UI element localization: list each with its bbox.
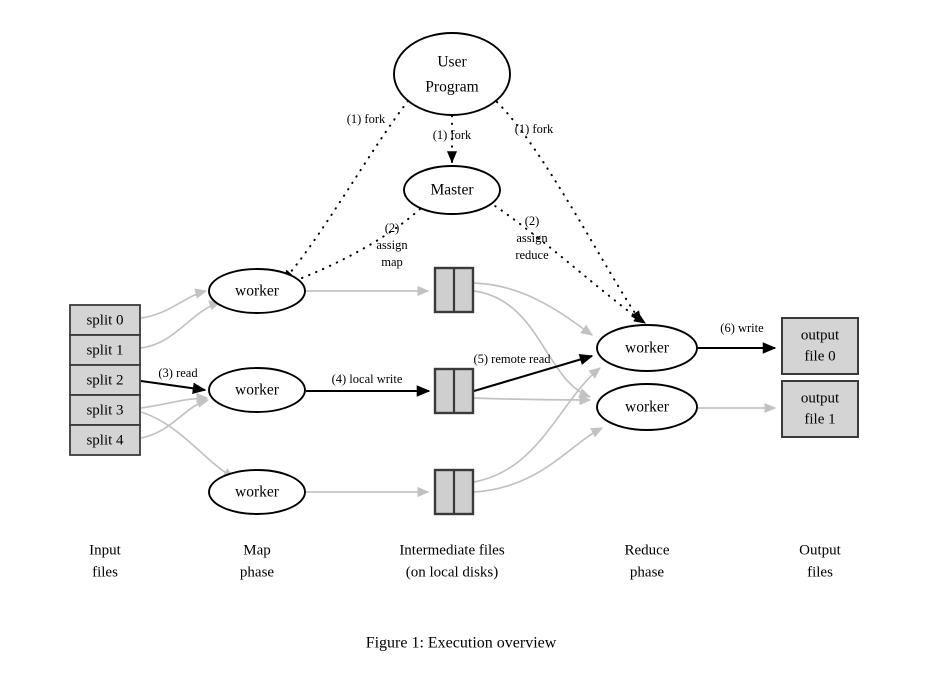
step-label-assign-map-line2: assign: [376, 238, 408, 252]
user-program-node[interactable]: User Program: [393, 32, 511, 116]
output-file-0-label-line1: output: [801, 327, 840, 343]
edge-split0-to-worker0: [140, 288, 208, 319]
column-label-input-line1: Input: [89, 542, 121, 558]
step-label-read: (3) read: [158, 366, 198, 380]
split-label-0: split 0: [86, 312, 123, 328]
edge-split1-to-worker0: [140, 300, 222, 349]
output-file-1-label-line1: output: [801, 390, 840, 406]
step-label-assign-map-line1: (2): [385, 221, 400, 235]
intermediate-file-2[interactable]: [433, 468, 475, 516]
map-worker-1[interactable]: worker: [208, 367, 306, 413]
map-worker-2[interactable]: worker: [208, 469, 306, 515]
master-label: Master: [430, 182, 474, 199]
column-label-reduce-line1: Reduce: [625, 542, 670, 558]
reduce-worker-1-label: worker: [625, 399, 670, 416]
edges-map-to-intermediate: [306, 285, 431, 498]
column-label-reduce-line2: phase: [630, 564, 664, 580]
step-label-write: (6) write: [720, 321, 764, 335]
step-label-assign-reduce-line1: (2): [525, 214, 540, 228]
step-label-assign-map-line3: map: [381, 255, 403, 269]
edge-inter0-to-reduce1: [473, 290, 592, 399]
edges-reduce-to-output: [698, 342, 777, 414]
edge-split3-to-worker2: [140, 411, 236, 479]
column-label-intermediate-line2: (on local disks): [406, 564, 498, 580]
edge-split2-to-worker1-read: [140, 379, 207, 394]
map-worker-0-label: worker: [235, 283, 280, 300]
column-label-map-line2: phase: [240, 564, 274, 580]
map-worker-0[interactable]: worker: [208, 268, 306, 314]
user-program-label-line1: User: [437, 54, 467, 71]
edges-intermediate-to-reduce: [473, 282, 604, 493]
step-label-remote-read: (5) remote read: [473, 352, 551, 366]
split-label-2: split 2: [86, 372, 123, 388]
edge-inter0-to-reduce0: [473, 282, 593, 336]
figure-caption: Figure 1: Execution overview: [366, 635, 557, 652]
reduce-worker-0[interactable]: worker: [596, 324, 698, 372]
step-label-fork-center: (1) fork: [433, 128, 472, 142]
master-node[interactable]: Master: [403, 165, 501, 215]
step-label-assign-reduce-line2: assign: [516, 231, 548, 245]
map-worker-2-label: worker: [235, 484, 280, 501]
column-label-input-line2: files: [92, 564, 118, 580]
mapreduce-execution-diagram: split 0 split 1 split 2 split 3 split 4: [69, 32, 859, 652]
output-file-0-label-line2: file 0: [804, 348, 835, 364]
edge-read: [140, 379, 207, 394]
intermediate-file-0[interactable]: [433, 266, 475, 314]
column-label-output-line1: Output: [799, 542, 842, 558]
reduce-worker-0-label: worker: [625, 340, 670, 357]
reduce-worker-1[interactable]: worker: [596, 383, 698, 431]
column-labels-group: Input files Map phase Intermediate files…: [89, 542, 842, 580]
input-files-group: split 0 split 1 split 2 split 3 split 4: [69, 304, 141, 456]
split-label-3: split 3: [86, 402, 123, 418]
step-label-local-write: (4) local write: [332, 372, 403, 386]
column-label-map-line1: Map: [243, 542, 271, 558]
output-files-group: output file 0 output file 1: [781, 317, 859, 438]
step-label-fork-left: (1) fork: [347, 112, 386, 126]
edge-split3-to-worker1: [140, 392, 209, 409]
output-file-1[interactable]: output file 1: [781, 380, 859, 438]
split-label-4: split 4: [86, 432, 124, 448]
step-label-assign-reduce-line3: reduce: [515, 248, 549, 262]
edge-inter2-to-reduce1: [473, 427, 604, 493]
map-worker-1-label: worker: [235, 382, 280, 399]
user-program-label-line2: Program: [425, 79, 478, 96]
edge-assign-reduce: [488, 201, 647, 324]
figure-container: split 0 split 1 split 2 split 3 split 4: [0, 0, 945, 678]
output-file-1-label-line2: file 1: [804, 411, 835, 427]
intermediate-files-group: [433, 266, 475, 516]
column-label-output-line2: files: [807, 564, 833, 580]
column-label-intermediate-line1: Intermediate files: [399, 542, 505, 558]
intermediate-file-1[interactable]: [433, 367, 475, 415]
step-label-fork-right: (1) fork: [515, 122, 554, 136]
output-file-0[interactable]: output file 0: [781, 317, 859, 375]
split-label-1: split 1: [86, 342, 123, 358]
